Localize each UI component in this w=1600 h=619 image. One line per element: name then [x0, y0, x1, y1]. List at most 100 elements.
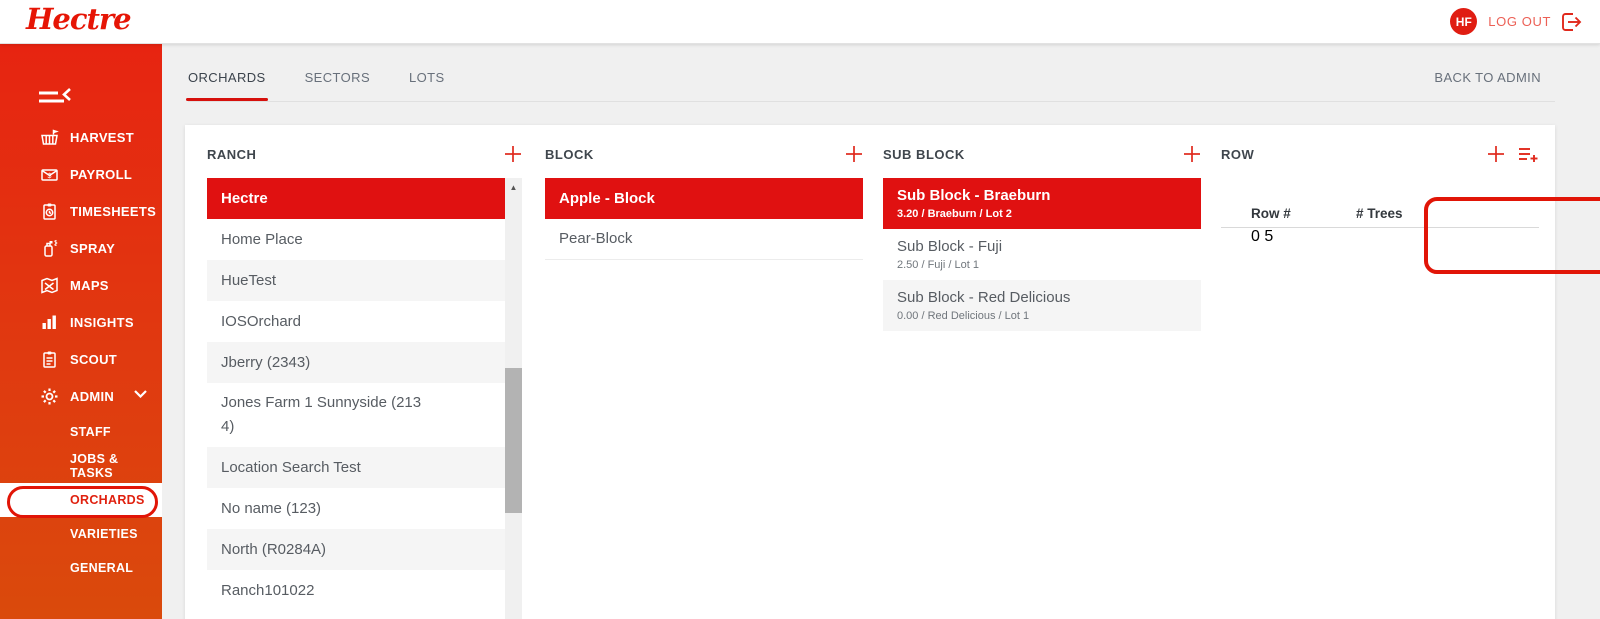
top-header: Hectre HF LOG OUT [0, 0, 1600, 44]
ranch-item-label: No name (123) [221, 499, 322, 517]
sidebar-item-maps[interactable]: MAPS [0, 267, 162, 304]
sidebar-item-spray[interactable]: SPRAY [0, 230, 162, 267]
sidebar-item-payroll[interactable]: $ PAYROLL [0, 156, 162, 193]
sidebar-item-harvest[interactable]: HARVEST [0, 119, 162, 156]
timesheets-icon [40, 202, 59, 221]
subblock-panel-title: SUB BLOCK [883, 146, 965, 162]
trees-header: # Trees [1356, 206, 1403, 221]
block-item-label: Pear-Block [559, 230, 633, 247]
ranch-item-label: Hectre [221, 189, 268, 207]
ranch-panel: RANCH Hectre Home Place HueTest IOSOrcha… [207, 146, 522, 619]
logout-button[interactable]: LOG OUT [1488, 12, 1582, 32]
sidebar-item-scout[interactable]: SCOUT [0, 341, 162, 378]
block-panel-title: BLOCK [545, 146, 594, 162]
ranch-list-item[interactable]: Ranch101022 [207, 570, 505, 611]
block-list-item[interactable]: Apple - Block [545, 178, 863, 219]
ranch-list-item[interactable]: HueTest [207, 260, 505, 301]
subblock-panel: SUB BLOCK Sub Block - Braeburn 3.20 / Br… [883, 146, 1201, 619]
subblock-item-subtitle: 0.00 / Red Delicious / Lot 1 [897, 310, 1030, 322]
subblock-item-subtitle: 3.20 / Braeburn / Lot 2 [897, 208, 1012, 220]
ranch-list-item[interactable]: Jones Farm 1 Sunnyside (213 4) [207, 383, 505, 447]
sidebar-item-jobs-tasks[interactable]: JOBS & TASKS [0, 449, 162, 483]
row-panel: ROW Row # # Trees 0 5 [1221, 146, 1539, 246]
sidebar-item-label: TIMESHEETS [70, 204, 157, 219]
sidebar-item-label: SCOUT [70, 352, 117, 367]
sidebar: HARVEST $ PAYROLL TIMESHEETS SPRAY MAPS … [0, 44, 162, 619]
subblock-list-item[interactable]: Sub Block - Braeburn 3.20 / Braeburn / L… [883, 178, 1201, 229]
tab-lots[interactable]: LOTS [409, 70, 445, 99]
sidebar-item-label: ADMIN [70, 389, 115, 404]
gear-icon [40, 387, 59, 406]
row-panel-title: ROW [1221, 146, 1255, 162]
sidebar-item-admin[interactable]: ADMIN [0, 378, 162, 415]
tab-sectors[interactable]: SECTORS [305, 70, 370, 99]
row-table-body: 0 5 [1221, 228, 1539, 246]
row-table: Row # # Trees 0 5 [1221, 200, 1539, 246]
block-list-item[interactable]: Pear-Block [545, 219, 863, 260]
sidebar-item-label: JOBS & TASKS [70, 452, 119, 480]
sidebar-item-insights[interactable]: INSIGHTS [0, 304, 162, 341]
row-table-header: Row # # Trees [1221, 200, 1539, 228]
logout-label: LOG OUT [1488, 14, 1551, 29]
sidebar-item-timesheets[interactable]: TIMESHEETS [0, 193, 162, 230]
ranch-panel-title: RANCH [207, 146, 257, 162]
payroll-icon: $ [40, 165, 59, 184]
add-block-button[interactable] [845, 145, 863, 163]
ranch-list-item[interactable]: Hectre [207, 178, 505, 219]
block-panel: BLOCK Apple - Block Pear-Block [545, 146, 863, 619]
ranch-list-item[interactable]: IOSOrchard [207, 301, 505, 342]
add-subblock-button[interactable] [1183, 145, 1201, 163]
sidebar-item-label: GENERAL [70, 561, 134, 575]
ranch-item-label: HueTest [221, 271, 277, 289]
tab-orchards[interactable]: ORCHARDS [186, 70, 268, 101]
subblock-item-title: Sub Block - Braeburn [897, 187, 1051, 204]
add-multiple-rows-icon[interactable] [1518, 146, 1539, 163]
ranch-item-label: Jones Farm 1 Sunnyside (213 4) [221, 394, 422, 435]
sidebar-item-staff[interactable]: STAFF [0, 415, 162, 449]
subblock-list-item[interactable]: Sub Block - Fuji 2.50 / Fuji / Lot 1 [883, 229, 1201, 280]
ranch-item-label: Ranch101022 [221, 581, 315, 599]
subblock-list-item[interactable]: Sub Block - Red Delicious 0.00 / Red Del… [883, 280, 1201, 331]
collapse-sidebar-icon[interactable] [38, 88, 74, 106]
add-ranch-button[interactable] [504, 145, 522, 163]
ranch-scrollbar[interactable]: ▲ [505, 178, 522, 619]
ranch-list: Hectre Home Place HueTest IOSOrchard Jbe… [207, 178, 505, 619]
sidebar-item-orchards[interactable]: ORCHARDS [0, 483, 162, 517]
row-table-row[interactable]: 0 5 [1221, 228, 1539, 246]
sidebar-item-label: ORCHARDS [70, 493, 145, 507]
row-number-cell: 0 [1251, 228, 1260, 245]
sidebar-item-label: MAPS [70, 278, 109, 293]
ranch-list-item[interactable]: Jberry (2343) [207, 342, 505, 383]
sidebar-item-general[interactable]: GENERAL [0, 551, 162, 585]
maps-icon [40, 276, 59, 295]
tab-bar: ORCHARDS SECTORS LOTS BACK TO ADMIN [186, 70, 1555, 102]
ranch-list-item[interactable]: No name (123) [207, 488, 505, 529]
scroll-up-arrow[interactable]: ▲ [505, 183, 522, 192]
back-to-admin-link[interactable]: BACK TO ADMIN [1434, 70, 1541, 85]
hectre-logo: Hectre [26, 2, 132, 36]
sidebar-item-label: INSIGHTS [70, 315, 134, 330]
subblock-item-subtitle: 2.50 / Fuji / Lot 1 [897, 259, 979, 271]
add-row-button[interactable] [1487, 145, 1505, 163]
spray-icon [40, 239, 59, 258]
svg-text:$: $ [48, 173, 52, 180]
subblock-item-title: Sub Block - Red Delicious [897, 289, 1071, 306]
sidebar-item-label: HARVEST [70, 130, 134, 145]
harvest-icon [40, 128, 59, 147]
ranch-item-label: Home Place [221, 230, 303, 248]
main-content: ORCHARDS SECTORS LOTS BACK TO ADMIN RANC… [162, 44, 1600, 619]
ranch-item-label: North (R0284A) [221, 540, 327, 558]
ranch-list-item[interactable]: Location Search Test [207, 447, 505, 488]
block-item-label: Apple - Block [559, 189, 655, 207]
sidebar-item-label: SPRAY [70, 241, 116, 256]
subblock-list: Sub Block - Braeburn 3.20 / Braeburn / L… [883, 178, 1201, 619]
sidebar-item-varieties[interactable]: VARIETIES [0, 517, 162, 551]
ranch-list-item[interactable]: North (R0284A) [207, 529, 505, 570]
scrollbar-thumb[interactable] [505, 368, 522, 513]
sidebar-item-label: STAFF [70, 425, 111, 439]
ranch-list-item[interactable]: Home Place [207, 219, 505, 260]
sidebar-item-label: PAYROLL [70, 167, 133, 182]
subblock-item-title: Sub Block - Fuji [897, 238, 1003, 255]
ranch-item-label: Location Search Test [221, 458, 361, 476]
user-avatar[interactable]: HF [1450, 8, 1478, 35]
